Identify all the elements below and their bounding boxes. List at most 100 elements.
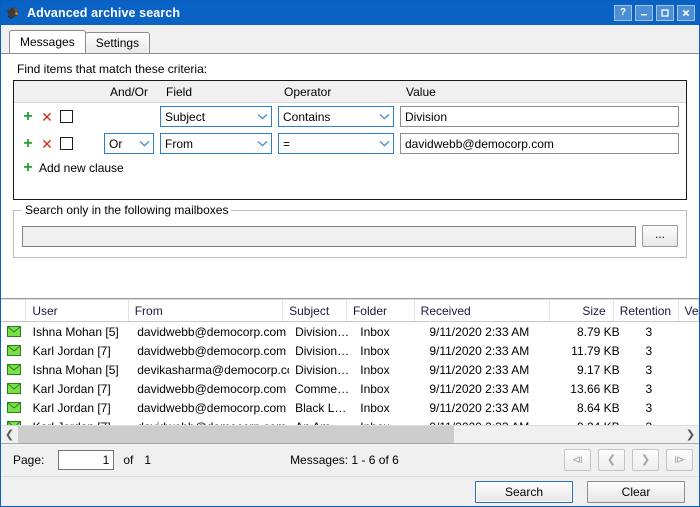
cell-folder: Inbox (354, 398, 423, 417)
remove-clause-icon[interactable]: ✕ (41, 110, 53, 124)
maximize-button[interactable] (656, 5, 674, 21)
table-row[interactable]: Karl Jordan [7] davidwebb@democorp.com C… (1, 379, 699, 398)
column-header-user[interactable]: User (26, 300, 128, 321)
window-title: Advanced archive search (27, 6, 614, 20)
column-header-retention[interactable]: Retention (614, 300, 679, 321)
cell-folder: Inbox (354, 360, 423, 379)
clear-button[interactable]: Clear (587, 481, 685, 503)
column-header-version[interactable]: Ve (679, 300, 699, 321)
page-number-input[interactable]: 1 (58, 450, 114, 470)
criteria-header-field: Field (160, 85, 278, 99)
message-envelope-icon (1, 398, 27, 417)
operator-cell: Contains (278, 106, 400, 127)
minimize-button[interactable] (635, 5, 653, 21)
table-row[interactable]: Karl Jordan [7] davidwebb@democorp.com A… (1, 417, 699, 425)
results-header-row: User From Subject Folder Received Size R… (1, 300, 699, 322)
cell-received: 9/11/2020 2:33 AM (423, 417, 561, 425)
operator-select[interactable]: Contains (278, 106, 394, 127)
criteria-row-controls: + ✕ (14, 109, 104, 125)
field-select[interactable]: Subject (160, 106, 272, 127)
page-total-value: 1 (144, 453, 151, 467)
cell-from: davidwebb@democorp.com (131, 322, 289, 341)
cell-retention: 3 (627, 379, 693, 398)
clause-checkbox[interactable] (60, 137, 73, 150)
value-input[interactable]: Division (400, 106, 679, 127)
cell-version (693, 322, 699, 341)
criteria-row-controls: + ✕ (14, 136, 104, 152)
tab-messages[interactable]: Messages (9, 30, 86, 53)
first-page-button[interactable]: ⧏ (564, 449, 591, 471)
value-input[interactable]: davidwebb@democorp.com (400, 133, 679, 154)
criteria-header-andor: And/Or (104, 85, 160, 99)
table-row[interactable]: Ishna Mohan [5] devikasharma@democorp.co… (1, 360, 699, 379)
value-input-text: davidwebb@democorp.com (405, 137, 554, 151)
mailboxes-group-title: Search only in the following mailboxes (22, 203, 231, 217)
mailboxes-browse-button[interactable]: ... (642, 225, 678, 247)
results-body: Ishna Mohan [5] davidwebb@democorp.com D… (1, 322, 699, 425)
cell-folder: Inbox (354, 322, 423, 341)
add-new-clause-label: Add new clause (39, 161, 124, 175)
criteria-section-label: Find items that match these criteria: (1, 54, 699, 80)
column-header-folder[interactable]: Folder (347, 300, 415, 321)
criteria-row: + ✕ Subject Contains (14, 103, 686, 130)
page-label: Page: (13, 453, 44, 467)
column-header-received[interactable]: Received (415, 300, 550, 321)
andor-select-value: Or (109, 137, 136, 151)
operator-cell: = (278, 133, 400, 154)
next-page-button[interactable]: ❯ (632, 449, 659, 471)
search-button-label: Search (505, 485, 543, 499)
criteria-header-operator: Operator (278, 85, 400, 99)
messages-status-text: Messages: 1 - 6 of 6 (290, 453, 399, 467)
add-clause-icon[interactable]: + (22, 109, 34, 125)
criteria-box: And/Or Field Operator Value + ✕ Subject (13, 80, 687, 200)
value-cell: davidwebb@democorp.com (400, 133, 686, 154)
scrollbar-track[interactable] (18, 426, 682, 443)
column-header-subject[interactable]: Subject (283, 300, 347, 321)
andor-select[interactable]: Or (104, 133, 154, 154)
scroll-right-icon[interactable]: ❯ (682, 426, 699, 443)
close-button[interactable] (677, 5, 695, 21)
title-bar: Advanced archive search ? (1, 1, 699, 25)
search-button[interactable]: Search (475, 481, 573, 503)
cell-version (693, 379, 699, 398)
tab-settings[interactable]: Settings (85, 32, 150, 53)
mailboxes-browse-label: ... (655, 228, 665, 240)
remove-clause-icon[interactable]: ✕ (41, 137, 53, 151)
table-row[interactable]: Karl Jordan [7] davidwebb@democorp.com B… (1, 398, 699, 417)
window-controls: ? (614, 5, 695, 21)
last-page-button[interactable]: ⧐ (666, 449, 693, 471)
field-cell: Subject (160, 106, 278, 127)
criteria-row: + ✕ Or From (14, 130, 686, 157)
chevron-down-icon (254, 140, 271, 147)
horizontal-scrollbar[interactable]: ❮ ❯ (1, 425, 699, 443)
add-clause-icon[interactable]: + (22, 136, 34, 152)
cell-user: Karl Jordan [7] (27, 379, 132, 398)
operator-select[interactable]: = (278, 133, 394, 154)
operator-select-value: = (283, 137, 376, 151)
add-new-clause-row[interactable]: + Add new clause (14, 157, 686, 179)
mailboxes-input[interactable] (22, 226, 636, 247)
cell-subject: Black L… (289, 398, 354, 417)
cell-folder: Inbox (354, 379, 423, 398)
previous-page-button[interactable]: ❮ (598, 449, 625, 471)
column-header-size[interactable]: Size (550, 300, 614, 321)
column-header-from[interactable]: From (129, 300, 283, 321)
message-envelope-icon (1, 341, 27, 360)
scroll-left-icon[interactable]: ❮ (1, 426, 18, 443)
scrollbar-thumb[interactable] (18, 426, 454, 443)
cell-subject: Comme… (289, 379, 354, 398)
cell-from: davidwebb@democorp.com (131, 379, 289, 398)
table-row[interactable]: Ishna Mohan [5] davidwebb@democorp.com D… (1, 322, 699, 341)
dialog-footer: Search Clear (1, 476, 699, 506)
table-row[interactable]: Karl Jordan [7] davidwebb@democorp.com D… (1, 341, 699, 360)
help-button[interactable]: ? (614, 5, 632, 21)
column-header-flag[interactable] (1, 300, 26, 321)
chevron-down-icon (376, 140, 393, 147)
clause-checkbox[interactable] (60, 110, 73, 123)
advanced-archive-search-window: Advanced archive search ? Messages Setti… (0, 0, 700, 507)
cell-size: 8.64 KB (561, 398, 626, 417)
add-new-clause-icon: + (22, 160, 34, 176)
pagination-nav: ⧏ ❮ ❯ ⧐ (564, 449, 693, 471)
field-select[interactable]: From (160, 133, 272, 154)
cell-user: Ishna Mohan [5] (27, 322, 132, 341)
